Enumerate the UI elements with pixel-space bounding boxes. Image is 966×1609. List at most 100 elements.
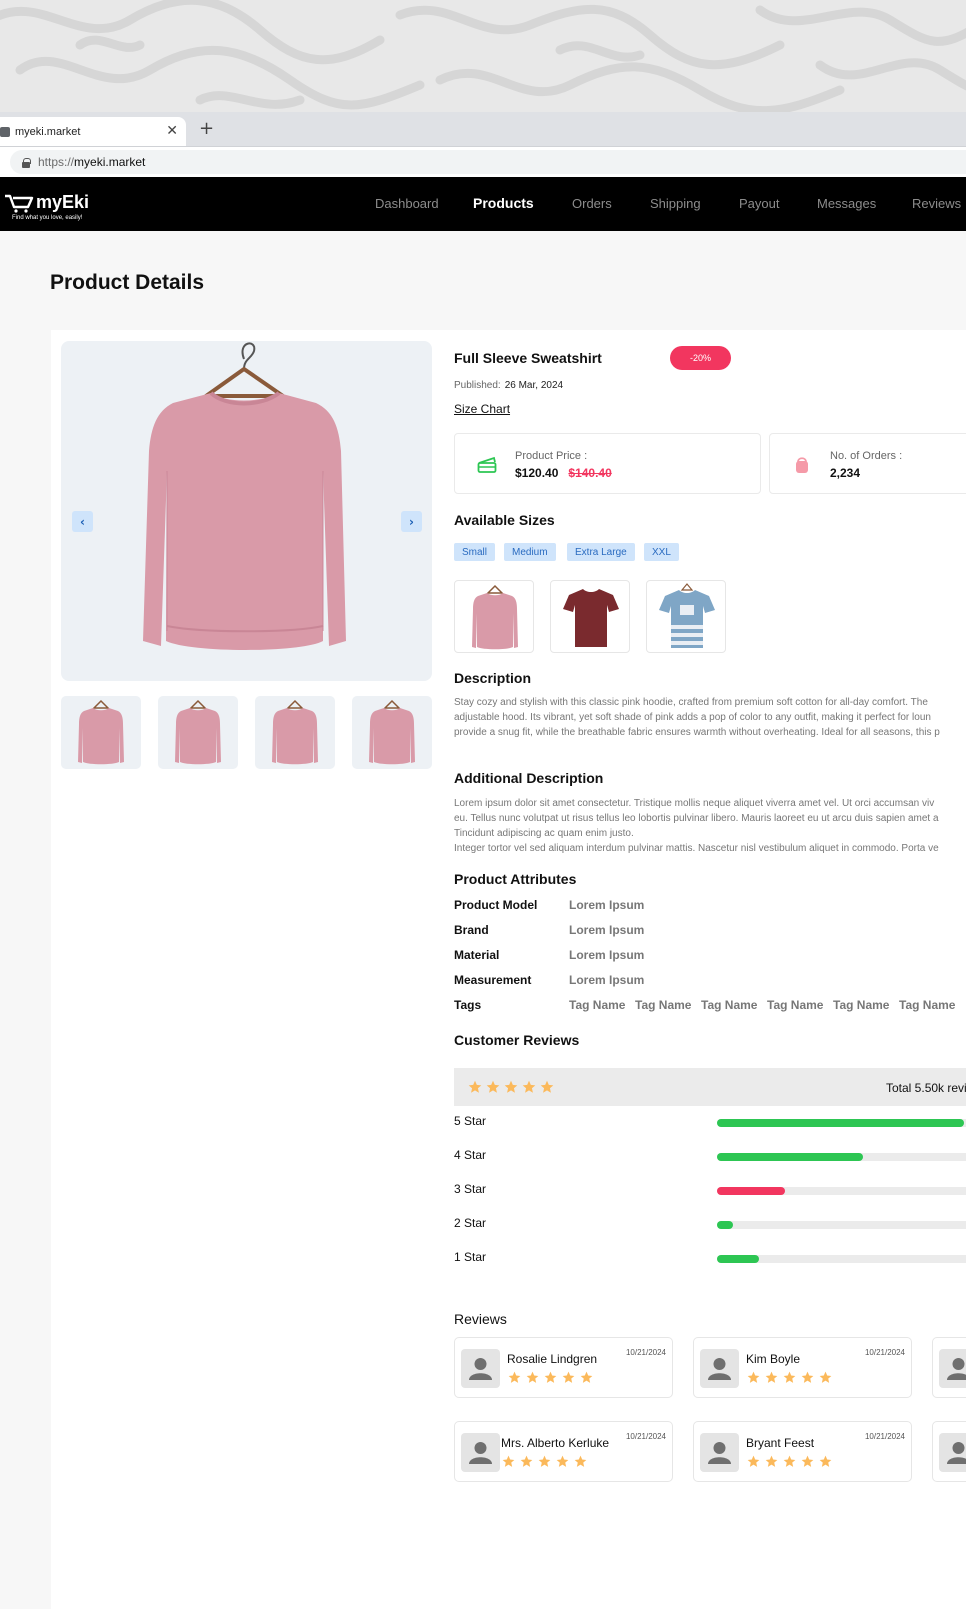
- description-line: Stay cozy and stylish with this classic …: [454, 697, 928, 708]
- attribute-value: Lorem Ipsum: [569, 898, 645, 912]
- star-icon: [580, 1371, 593, 1383]
- size-chip-xxl[interactable]: XXL: [644, 543, 679, 561]
- star-icon: [765, 1371, 778, 1383]
- nav-item-products[interactable]: Products: [473, 195, 534, 211]
- review-card[interactable]: [932, 1337, 966, 1398]
- variant-pink-sweatshirt[interactable]: [454, 580, 534, 653]
- favicon-icon: [0, 126, 10, 137]
- orders-label: No. of Orders :: [830, 450, 903, 462]
- star-icon: [783, 1371, 796, 1383]
- attribute-key: Measurement: [454, 973, 532, 987]
- size-chart-link[interactable]: Size Chart: [454, 402, 510, 416]
- review-card[interactable]: Rosalie Lindgren 10/21/2024: [454, 1337, 673, 1398]
- nav-item-orders[interactable]: Orders: [572, 196, 612, 211]
- nav-item-shipping[interactable]: Shipping: [650, 196, 701, 211]
- rating-bar-track: [717, 1119, 966, 1127]
- additional-description-title: Additional Description: [454, 770, 604, 786]
- variant-blue-striped-tshirt[interactable]: [646, 580, 726, 653]
- tag-chip[interactable]: Tag Name: [899, 998, 955, 1012]
- size-chip-extra-large[interactable]: Extra Large: [567, 543, 635, 561]
- published-label: Published:: [454, 380, 501, 391]
- rating-bar-track: [717, 1187, 966, 1195]
- star-icon: [747, 1371, 760, 1383]
- tag-chip[interactable]: Tag Name: [569, 998, 625, 1012]
- star-icon: [819, 1455, 832, 1467]
- description-title: Description: [454, 670, 532, 686]
- nav-item-payout[interactable]: Payout: [739, 196, 779, 211]
- next-image-button[interactable]: ›: [401, 511, 422, 532]
- tags-key: Tags: [454, 998, 482, 1012]
- sweatshirt-image: [143, 342, 346, 650]
- user-avatar-icon: [947, 1358, 966, 1380]
- additional-description-line: Lorem ipsum dolor sit amet consectetur. …: [454, 798, 935, 809]
- decorative-background: [0, 0, 966, 112]
- url-field[interactable]: https://myeki.market: [10, 150, 966, 174]
- review-stars: [508, 1371, 598, 1384]
- tag-chip[interactable]: Tag Name: [635, 998, 691, 1012]
- review-card[interactable]: [932, 1421, 966, 1482]
- url-host: myeki.market: [74, 155, 146, 169]
- price-label: Product Price :: [515, 450, 588, 462]
- reviews-title: Reviews: [454, 1311, 507, 1327]
- tag-chip[interactable]: Tag Name: [833, 998, 889, 1012]
- size-chip-small[interactable]: Small: [454, 543, 496, 561]
- star-icon: [486, 1080, 500, 1093]
- rating-bar-fill: [717, 1187, 785, 1195]
- close-tab-icon[interactable]: ✕: [166, 123, 178, 139]
- star-icon: [556, 1455, 569, 1467]
- avatar: [939, 1349, 966, 1388]
- tag-chip[interactable]: Tag Name: [767, 998, 823, 1012]
- reviewer-name: Kim Boyle: [746, 1352, 801, 1366]
- tags-row: Tags Tag Name Tag Name Tag Name Tag Name…: [454, 998, 966, 1014]
- prev-image-button[interactable]: ‹: [72, 511, 93, 532]
- attribute-value: Lorem Ipsum: [569, 948, 645, 962]
- rating-bar-label: 4 Star: [454, 1148, 487, 1162]
- thumbnail-image[interactable]: [352, 696, 432, 769]
- new-tab-icon[interactable]: +: [199, 120, 214, 138]
- size-chip-medium[interactable]: Medium: [504, 543, 556, 561]
- thumbnail-image[interactable]: [255, 696, 335, 769]
- review-stars: [747, 1455, 837, 1468]
- avatar: [461, 1433, 500, 1472]
- variant-maroon-tshirt[interactable]: [550, 580, 630, 653]
- rating-bar-track: [717, 1221, 966, 1229]
- thumbnail-image[interactable]: [61, 696, 141, 769]
- browser-tab[interactable]: myeki.market ✕: [0, 117, 186, 146]
- star-icon: [540, 1080, 554, 1093]
- customer-reviews-title: Customer Reviews: [454, 1032, 580, 1048]
- nav-item-dashboard[interactable]: Dashboard: [375, 196, 439, 211]
- rating-bar-row: 2 Star: [454, 1215, 966, 1233]
- thumbnail-image[interactable]: [158, 696, 238, 769]
- average-rating-stars: [468, 1080, 558, 1094]
- avatar: [700, 1433, 739, 1472]
- page-title: Product Details: [50, 271, 205, 294]
- rating-bar-fill: [717, 1119, 964, 1127]
- review-card[interactable]: Mrs. Alberto Kerluke 10/21/2024: [454, 1421, 673, 1482]
- current-price: $120.40: [515, 466, 559, 480]
- attribute-key: Brand: [454, 923, 489, 937]
- review-date: 10/21/2024: [625, 1432, 666, 1441]
- discount-badge: -20%: [670, 346, 731, 370]
- review-card[interactable]: Bryant Feest 10/21/2024: [693, 1421, 912, 1482]
- orders-box: No. of Orders : 2,234: [769, 433, 966, 494]
- app-navbar: myEki Find what you love, easily! Dashbo…: [0, 177, 966, 231]
- browser-tab-bar: myeki.market ✕ +: [0, 112, 966, 146]
- nav-item-reviews[interactable]: Reviews: [912, 196, 961, 211]
- additional-description-line: eu. Tellus nunc volutpat ut risus tellus…: [454, 813, 939, 824]
- tab-title: myeki.market: [15, 125, 81, 138]
- review-card[interactable]: Kim Boyle 10/21/2024: [693, 1337, 912, 1398]
- rating-bar-label: 2 Star: [454, 1216, 487, 1230]
- thumbnail-strip: [61, 696, 432, 769]
- additional-description-text: Lorem ipsum dolor sit amet consectetur. …: [454, 796, 966, 856]
- review-date: 10/21/2024: [625, 1348, 666, 1357]
- rating-bar-row: 1 Star: [454, 1249, 966, 1267]
- review-date: 10/21/2024: [864, 1348, 905, 1357]
- tag-chip[interactable]: Tag Name: [701, 998, 757, 1012]
- review-summary-bar: Total 5.50k revie: [454, 1068, 966, 1106]
- attribute-value: Lorem Ipsum: [569, 973, 645, 987]
- attribute-key: Material: [454, 948, 500, 962]
- published-date: Published: 26 Mar, 2024: [454, 380, 563, 391]
- nav-item-messages[interactable]: Messages: [817, 196, 876, 211]
- user-avatar-icon: [469, 1442, 492, 1464]
- shopping-bag-icon: [796, 457, 808, 473]
